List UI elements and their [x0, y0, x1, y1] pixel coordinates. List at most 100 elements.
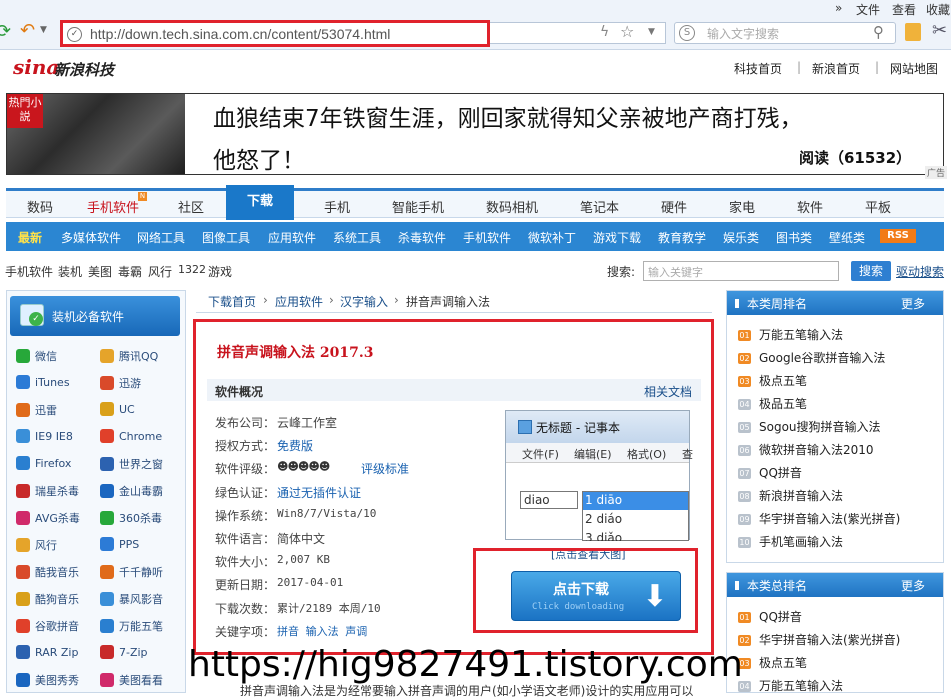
total-ranking-more[interactable]: 更多>> — [901, 577, 943, 608]
rss-button[interactable]: RSS — [880, 229, 916, 243]
breadcrumb-input[interactable]: 汉字输入 — [340, 293, 388, 310]
essential-software-item[interactable]: 迅游 — [100, 375, 141, 391]
ranking-item[interactable]: 09 华宇拼音输入法(紫光拼音) — [738, 510, 900, 527]
download-button[interactable]: 点击下载 Click downloading ⬇ — [511, 571, 681, 621]
ranking-item[interactable]: 08 新浪拼音输入法 — [738, 487, 843, 504]
rating-standard-link[interactable]: 评级标准 — [361, 460, 409, 477]
sub-nav-system[interactable]: 系统工具 — [333, 229, 381, 246]
sub-nav-books[interactable]: 图书类 — [776, 229, 812, 246]
essential-software-item[interactable]: Firefox — [16, 456, 71, 470]
url-text[interactable]: http://down.tech.sina.com.cn/content/530… — [90, 26, 390, 42]
undo-icon[interactable]: ↶ — [20, 20, 35, 41]
ranking-item[interactable]: 07 QQ拼音 — [738, 464, 802, 481]
nav-item-community[interactable]: 社区 — [178, 197, 204, 216]
search-icon[interactable]: ⚲ — [873, 23, 884, 41]
nav-item-phone[interactable]: 手机 — [324, 197, 350, 216]
essential-software-item[interactable]: 金山毒霸 — [100, 483, 163, 499]
field-value[interactable]: 拼音 输入法 声调 — [277, 623, 367, 639]
ranking-item[interactable]: 04 极品五笔 — [738, 395, 807, 412]
ranking-item[interactable]: 03 极点五笔 — [738, 654, 807, 671]
sub-nav-ms-patch[interactable]: 微软补丁 — [528, 229, 576, 246]
ranking-item[interactable]: 01 QQ拼音 — [738, 608, 802, 625]
extension-icon[interactable] — [905, 23, 921, 41]
essential-software-item[interactable]: 千千静听 — [100, 564, 163, 580]
essential-software-item[interactable]: UC — [100, 402, 135, 416]
sub-nav-games[interactable]: 游戏下载 — [593, 229, 641, 246]
ranking-item[interactable]: 03 极点五笔 — [738, 372, 807, 389]
star-icon[interactable]: ☆ — [620, 22, 634, 41]
ranking-item[interactable]: 02 Google谷歌拼音输入法 — [738, 349, 885, 366]
banner-headline-line1[interactable]: 血狼结束7年铁窗生涯，刚回家就得知父亲被地产商打残， — [213, 99, 803, 133]
essential-software-item[interactable]: 酷我音乐 — [16, 564, 79, 580]
essential-software-item[interactable]: 美图秀秀 — [16, 672, 79, 688]
sub-nav-image[interactable]: 图像工具 — [202, 229, 250, 246]
essential-software-item[interactable]: 谷歌拼音 — [16, 618, 79, 634]
ranking-item[interactable]: 05 Sogou搜狗拼音输入法 — [738, 418, 881, 435]
sub-nav-education[interactable]: 教育教学 — [658, 229, 706, 246]
nav-item-smartphone[interactable]: 智能手机 — [392, 197, 444, 216]
essential-software-item[interactable]: 360杀毒 — [100, 510, 162, 526]
essential-software-item[interactable]: 微信 — [16, 348, 57, 364]
essential-software-item[interactable]: AVG杀毒 — [16, 510, 80, 526]
ranking-item[interactable]: 10 手机笔画输入法 — [738, 533, 843, 550]
nav-item-tablet[interactable]: 平板 — [865, 197, 891, 216]
address-bar-tail[interactable]: ϟ ☆ ▼ — [490, 22, 666, 44]
nav-item-download-active[interactable]: 下载 — [226, 185, 294, 220]
ranking-item[interactable]: 06 微软拼音输入法2010 — [738, 441, 874, 458]
software-screenshot[interactable]: 无标题 - 记事本 文件(F) 编辑(E) 格式(O) 查 diao 1 diā… — [505, 410, 693, 541]
browser-search-input[interactable]: 输入文字搜索 — [707, 25, 779, 42]
essential-software-item[interactable]: IE9 IE8 — [16, 429, 73, 443]
essential-software-item[interactable]: iTunes — [16, 375, 70, 389]
hot-term[interactable]: 美图 — [88, 263, 112, 280]
week-ranking-more[interactable]: 更多>> — [901, 295, 943, 326]
nav-item-software[interactable]: 软件 — [797, 197, 823, 216]
hot-term[interactable]: 1322 — [178, 263, 206, 276]
sub-nav-latest[interactable]: 最新 — [18, 229, 42, 246]
keyword-search-input[interactable]: 输入关键字 — [643, 261, 839, 281]
ranking-item[interactable]: 04 万能五笔输入法 — [738, 677, 843, 694]
sub-nav-entertainment[interactable]: 娱乐类 — [723, 229, 759, 246]
lightning-icon[interactable]: ϟ — [600, 24, 609, 40]
essential-software-item[interactable]: RAR Zip — [16, 645, 78, 659]
essential-software-item[interactable]: 暴风影音 — [100, 591, 163, 607]
hot-term[interactable]: 装机 — [58, 263, 82, 280]
tools-icon[interactable]: ✂ — [932, 20, 947, 41]
essential-software-item[interactable]: 7-Zip — [100, 645, 148, 659]
nav-item-hardware[interactable]: 硬件 — [661, 197, 687, 216]
link-tech-home[interactable]: 科技首页 — [734, 60, 782, 77]
ranking-item[interactable]: 01 万能五笔输入法 — [738, 326, 843, 343]
search-button[interactable]: 搜索 — [851, 261, 891, 281]
sub-nav-wallpaper[interactable]: 壁纸类 — [829, 229, 865, 246]
related-docs-link[interactable]: 相关文档 — [644, 383, 692, 400]
nav-item-appliance[interactable]: 家电 — [729, 197, 755, 216]
essential-software-item[interactable]: 迅雷 — [16, 402, 57, 418]
driver-search-link[interactable]: 驱动搜索 — [896, 263, 944, 280]
ranking-item[interactable]: 02 华宇拼音输入法(紫光拼音) — [738, 631, 900, 648]
breadcrumb-home[interactable]: 下载首页 — [208, 293, 256, 310]
nav-item-mobile-software[interactable]: 手机软件 — [87, 197, 139, 216]
essential-software-item[interactable]: 世界之窗 — [100, 456, 163, 472]
sub-nav-network[interactable]: 网络工具 — [137, 229, 185, 246]
sub-nav-antivirus[interactable]: 杀毒软件 — [398, 229, 446, 246]
essential-software-item[interactable]: 美图看看 — [100, 672, 163, 688]
refresh-icon[interactable]: ⟳ — [0, 21, 11, 42]
sub-nav-apps[interactable]: 应用软件 — [268, 229, 316, 246]
link-sina-home[interactable]: 新浪首页 — [812, 60, 860, 77]
menu-file[interactable]: 文件 — [856, 1, 880, 18]
menu-favorites[interactable]: 收藏 — [926, 1, 950, 18]
browser-search-box[interactable]: S 输入文字搜索 ⚲ — [674, 22, 896, 44]
essential-software-item[interactable]: PPS — [100, 537, 139, 551]
address-bar[interactable]: ✓ http://down.tech.sina.com.cn/content/5… — [60, 20, 490, 47]
field-value[interactable]: 免费版 — [277, 437, 313, 454]
sina-logo[interactable]: sina — [13, 55, 59, 79]
site-name[interactable]: 新浪科技 — [54, 59, 114, 80]
sub-nav-multimedia[interactable]: 多媒体软件 — [61, 229, 121, 246]
link-sitemap[interactable]: 网站地图 — [890, 60, 938, 77]
essential-software-item[interactable]: 风行 — [16, 537, 57, 553]
banner-headline-line2[interactable]: 他怒了！ — [213, 141, 305, 175]
menu-chevron-icon[interactable]: » — [835, 1, 842, 15]
chevron-down-icon[interactable]: ▼ — [40, 25, 47, 35]
essential-software-item[interactable]: 瑞星杀毒 — [16, 483, 79, 499]
field-value[interactable]: 通过无插件认证 — [277, 484, 361, 501]
hot-term[interactable]: 风行 — [148, 263, 172, 280]
